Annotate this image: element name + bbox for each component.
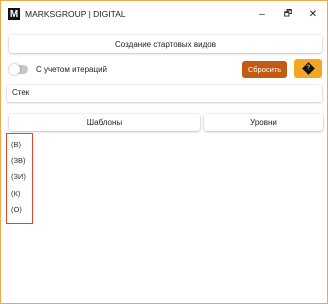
help-symbol: ? (305, 65, 311, 72)
minimize-button[interactable]: – (252, 5, 272, 23)
iterations-toggle-label: С учетом итераций (36, 65, 108, 74)
list-item[interactable]: (В) (11, 140, 21, 149)
app-window: M MARKSGROUP | DIGITAL – 🗗 ✕ Создание ст… (0, 0, 328, 304)
list-item[interactable]: (ЗВ) (11, 156, 26, 165)
reset-label: Сбросить (247, 65, 282, 74)
list-item[interactable]: (ЗИ) (11, 172, 26, 181)
create-start-views-button[interactable]: Создание стартовых видов (9, 35, 322, 53)
tab-templates-label: Шаблоны (86, 118, 123, 127)
logo-letter: M (9, 8, 19, 20)
stack-label: Стек (12, 88, 30, 97)
title-bar: M MARKSGROUP | DIGITAL – 🗗 ✕ (1, 1, 327, 27)
help-button[interactable]: ? (294, 59, 322, 78)
close-icon: ✕ (308, 8, 318, 20)
stack-field[interactable]: Стек (7, 85, 322, 102)
app-title: MARKSGROUP | DIGITAL (25, 9, 126, 19)
list-item[interactable]: (О) (11, 205, 22, 214)
toggle-knob (9, 64, 20, 75)
tab-levels[interactable]: Уровни (204, 114, 323, 131)
close-button[interactable]: ✕ (303, 5, 323, 23)
iterations-toggle[interactable] (9, 64, 28, 75)
help-icon: ? (301, 62, 315, 75)
minimize-icon: – (259, 8, 265, 20)
reset-button[interactable]: Сбросить (242, 61, 287, 78)
app-logo: M (8, 8, 20, 20)
create-start-views-label: Создание стартовых видов (115, 39, 216, 49)
tab-templates[interactable]: Шаблоны (9, 114, 200, 131)
restore-icon: 🗗 (283, 8, 293, 18)
maximize-button[interactable]: 🗗 (278, 5, 298, 23)
category-list: (В) (ЗВ) (ЗИ) (К) (О) (6, 133, 33, 224)
list-item[interactable]: (К) (11, 189, 20, 198)
tab-levels-label: Уровни (250, 118, 277, 127)
